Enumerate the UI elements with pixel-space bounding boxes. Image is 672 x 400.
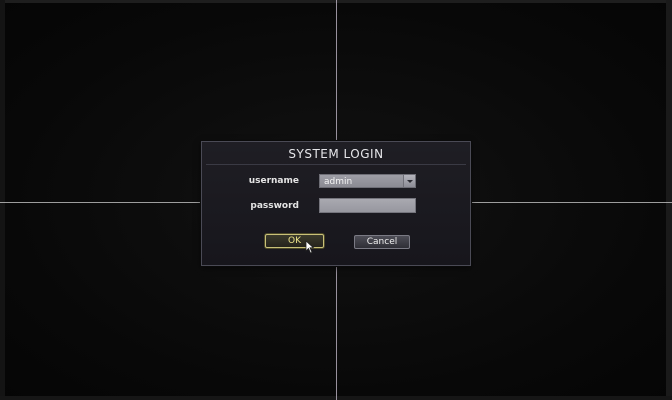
password-field[interactable] bbox=[319, 198, 416, 213]
chevron-down-icon[interactable] bbox=[403, 175, 415, 187]
username-select[interactable]: admin bbox=[319, 174, 416, 188]
bezel-right bbox=[666, 0, 672, 400]
title-divider bbox=[206, 164, 466, 165]
ok-button[interactable]: OK bbox=[265, 234, 324, 248]
username-label: username bbox=[248, 176, 299, 186]
bezel-left bbox=[0, 0, 5, 400]
password-label: password bbox=[250, 201, 299, 211]
username-value: admin bbox=[324, 177, 353, 187]
login-dialog: SYSTEM LOGIN username admin password OK … bbox=[201, 141, 471, 266]
dialog-title: SYSTEM LOGIN bbox=[288, 147, 384, 161]
dvr-screen: SYSTEM LOGIN username admin password OK … bbox=[0, 0, 672, 400]
mouse-cursor-icon bbox=[305, 240, 315, 254]
cancel-button[interactable]: Cancel bbox=[354, 235, 410, 249]
